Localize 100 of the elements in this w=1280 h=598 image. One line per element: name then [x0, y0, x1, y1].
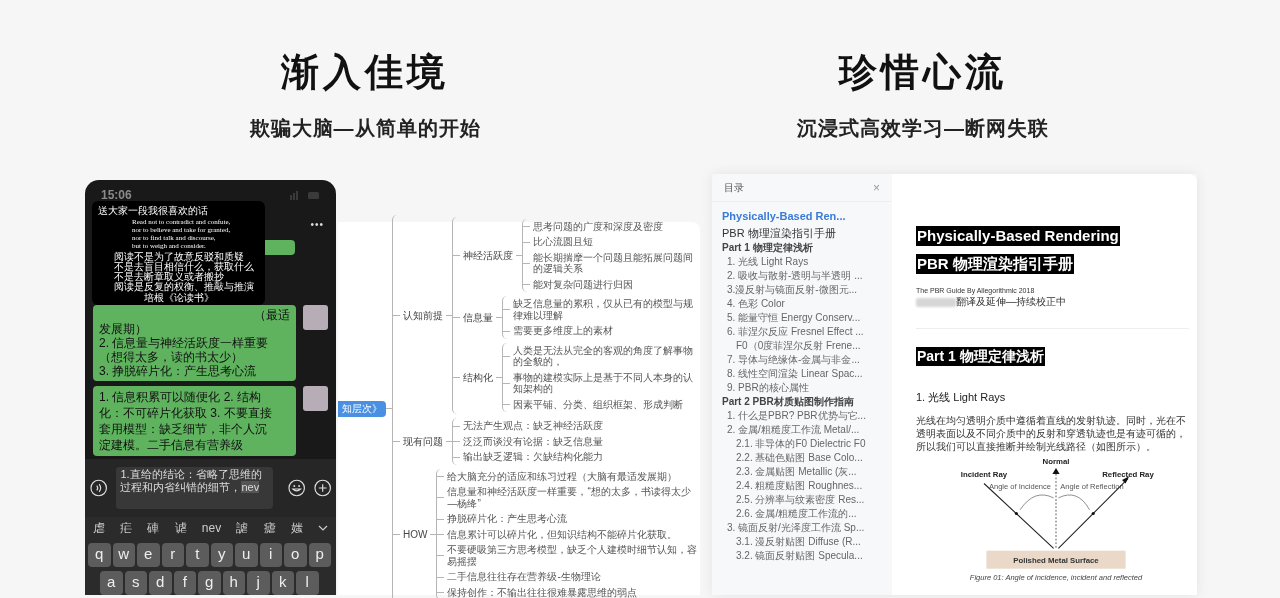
leaf-node[interactable]: 事物的建模实际上是基于不同人本身的认知架构的: [510, 369, 700, 397]
keyboard-key[interactable]: o: [284, 543, 307, 567]
leaf-node[interactable]: 缺乏信息量的累积，仅从已有的模型与规律难以理解: [510, 296, 700, 324]
toc-item[interactable]: 2.2. 基础色贴图 Base Colo...: [722, 451, 882, 465]
candidate-word[interactable]: 硨: [147, 519, 160, 537]
toc-item[interactable]: 9. PBR的核心属性: [722, 381, 882, 395]
keyboard-key[interactable]: t: [186, 543, 209, 567]
candidate-word[interactable]: 瘧: [263, 519, 276, 537]
toc-item[interactable]: 2.4. 粗糙度贴图 Roughnes...: [722, 479, 882, 493]
diagram-label: Polished Metal Surface: [1013, 555, 1099, 565]
topic-node[interactable]: HOW: [400, 528, 431, 541]
keyboard-key[interactable]: k: [271, 571, 294, 595]
section-subtitle: 欺骗大脑—从简单的开始: [249, 116, 481, 140]
leaf-node[interactable]: 比心流圆且短: [530, 234, 593, 250]
message-line: 化：不可碎片化获取 3. 不要直接: [99, 405, 273, 421]
leaf-node[interactable]: 挣脱碎片化：产生思考心流: [444, 511, 568, 527]
more-menu[interactable]: •••: [310, 216, 324, 232]
keyboard-key[interactable]: r: [161, 543, 184, 567]
plus-icon: [313, 479, 331, 497]
message-input[interactable]: 1.直给的结论：省略了思维的过程和内省纠错的细节，nev: [116, 467, 274, 509]
keyboard-key[interactable]: l: [296, 571, 319, 595]
keyboard-key[interactable]: g: [198, 571, 221, 595]
leaf-node[interactable]: 人类是无法从完全的客观的角度了解事物的全貌的，: [510, 342, 700, 370]
document-subtitle: PBR 物理渲染指引手册: [916, 254, 1074, 274]
keyboard-key[interactable]: i: [259, 543, 282, 567]
toc-item[interactable]: 5. 能量守恒 Energy Conserv...: [722, 311, 882, 325]
keyboard-key[interactable]: w: [112, 543, 135, 567]
keyboard-key[interactable]: f: [173, 571, 196, 595]
diagram-label: Angle of Incidence: [988, 482, 1052, 492]
keyboard-key[interactable]: p: [308, 543, 331, 567]
toc-item[interactable]: 3.漫反射与镜面反射-微图元...: [722, 283, 882, 297]
diagram-label: Normal: [1042, 457, 1070, 467]
topic-node[interactable]: 信息量: [460, 311, 496, 324]
keyboard-key[interactable]: a: [100, 571, 123, 595]
keyboard-key[interactable]: q: [88, 543, 111, 567]
toc-item[interactable]: Part 1 物理定律浅析: [722, 241, 882, 255]
toc-item[interactable]: 1. 什么是PBR? PBR优势与它...: [722, 409, 882, 423]
keyboard-key[interactable]: e: [137, 543, 160, 567]
diagram-label: Reflected Ray: [1102, 470, 1154, 480]
message-line: 发展期）: [99, 322, 148, 336]
toc-item[interactable]: 7. 导体与绝缘体-金属与非金...: [722, 353, 882, 367]
keyboard-key[interactable]: y: [210, 543, 233, 567]
document-title: Physically-Based Rendering: [916, 226, 1120, 246]
toc-item[interactable]: 3.2. 镜面反射贴图 Specula...: [722, 549, 882, 563]
quote-attribution: 培根《论读书》: [143, 293, 214, 303]
voice-icon: [90, 479, 108, 497]
toc-item[interactable]: 2.6. 金属/粗糙度工作流的...: [722, 507, 882, 521]
topic-node[interactable]: 认知前提: [400, 309, 446, 322]
leaf-node[interactable]: 二手信息往往存在营养级-生物理论: [444, 569, 601, 585]
toc-item[interactable]: 6. 菲涅尔反应 Fresnel Effect ...: [722, 325, 882, 339]
toc-item[interactable]: 2.1. 非导体的F0 Dielectric F0: [722, 437, 882, 451]
toc-item[interactable]: 8. 线性空间渲染 Linear Spac...: [722, 367, 882, 381]
candidate-word[interactable]: 謔: [236, 519, 249, 537]
keyboard-key[interactable]: u: [235, 543, 258, 567]
candidate-word[interactable]: 虐: [93, 519, 105, 537]
topic-node[interactable]: 神经活跃度: [460, 249, 516, 262]
toc-item[interactable]: 4. 色彩 Color: [722, 297, 882, 311]
leaf-node[interactable]: 保持创作：不输出往往很难暴露思维的弱点: [444, 584, 638, 598]
toc-item[interactable]: 3. 镜面反射/光泽度工作流 Sp...: [722, 521, 882, 535]
leaf-node[interactable]: 信息量和神经活跃度一样重要，“想的太多，书读得太少—杨绛”: [444, 484, 700, 512]
toc-item[interactable]: 3.1. 漫反射贴图 Diffuse (R...: [722, 535, 882, 549]
leaf-node[interactable]: 不要硬吸第三方思考模型，缺乏个人建模时细节认知，容易摇摆: [444, 542, 700, 570]
status-icons: [290, 190, 320, 200]
topic-node[interactable]: 现有问题: [400, 435, 446, 448]
leaf-node[interactable]: 需要更多维度上的素材: [510, 323, 613, 339]
toc-item[interactable]: 2. 金属/粗糙度工作流 Metal/...: [722, 423, 882, 437]
incident-ray-arrow: [983, 482, 1055, 549]
candidate-word[interactable]: nev: [201, 519, 222, 537]
toc-item[interactable]: PBR 物理渲染指引手册: [722, 225, 882, 241]
keyboard-key[interactable]: s: [124, 571, 147, 595]
topic-node[interactable]: 结构化: [460, 371, 496, 384]
message-line: 2. 信息量与神经活跃度一样重要: [99, 336, 270, 350]
toc-item[interactable]: F0（0度菲涅尔反射 Frene...: [722, 339, 882, 353]
avatar: [303, 305, 328, 330]
root-node[interactable]: 知层次》: [338, 400, 386, 417]
toc-item[interactable]: 2.3. 金属贴图 Metallic (灰...: [722, 465, 882, 479]
keyboard-key[interactable]: d: [149, 571, 172, 595]
candidate-word[interactable]: 谑: [174, 519, 187, 537]
keyboard-key[interactable]: h: [222, 571, 245, 595]
leaf-node[interactable]: 输出缺乏逻辑：欠缺结构化能力: [460, 449, 603, 465]
keyboard-key[interactable]: j: [247, 571, 270, 595]
leaf-node[interactable]: 思考问题的广度和深度及密度: [530, 218, 663, 235]
toc-item[interactable]: 2.5. 分辨率与纹素密度 Res...: [722, 493, 882, 507]
toc-item[interactable]: 1. 光线 Light Rays: [722, 255, 882, 269]
quote-line: 阅读不是为了故意反驳和质疑: [114, 252, 245, 262]
leaf-node[interactable]: 因素平铺、分类、组织框架、形成判断: [510, 396, 683, 413]
candidate-word[interactable]: 疟: [120, 519, 133, 537]
leaf-node[interactable]: 能长期揣摩一个问题且能拓展问题间的逻辑关系: [530, 249, 700, 277]
toc-item[interactable]: Part 2 PBR材质贴图制作指南: [722, 395, 882, 409]
leaf-node[interactable]: 信息累计可以碎片化，但知识结构不能碎片化获取。: [444, 526, 678, 543]
toc-item[interactable]: 2. 吸收与散射-透明与半透明 ...: [722, 269, 882, 283]
candidate-word[interactable]: 媸: [290, 519, 303, 537]
leaf-node[interactable]: 给大脑充分的适应和练习过程（大脑有最适发展期）: [444, 468, 678, 485]
leaf-node[interactable]: 无法产生观点：缺乏神经活跃度: [460, 418, 603, 434]
section-subtitle: 沉浸式高效学习—断网失联: [797, 116, 1049, 140]
emoji-icon: [288, 479, 306, 497]
leaf-node[interactable]: 泛泛而谈没有论据：缺乏信息量: [460, 433, 603, 450]
leaf-node[interactable]: 能对复杂问题进行归因: [530, 276, 633, 293]
toc-item[interactable]: Physically-Based Ren...: [722, 208, 882, 225]
message-line: 套用模型：缺乏细节，非个人沉: [99, 421, 268, 437]
